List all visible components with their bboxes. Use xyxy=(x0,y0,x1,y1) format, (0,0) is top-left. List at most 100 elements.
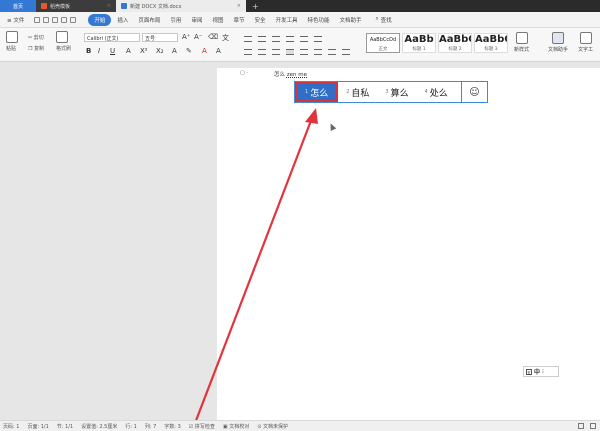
tab-template-label: 稻壳模板 xyxy=(50,3,71,10)
style-sample: AaBbC xyxy=(475,34,508,45)
strikethrough-icon[interactable]: A xyxy=(126,47,131,55)
text-effect-icon[interactable]: A xyxy=(172,47,177,55)
font-color-icon[interactable]: A xyxy=(202,47,207,55)
clear-format-icon[interactable]: ⌫ xyxy=(208,33,218,41)
numbered-list-icon[interactable] xyxy=(258,36,266,42)
menu-home[interactable]: 开始 xyxy=(88,13,112,26)
status-row: 行: 1 xyxy=(125,423,137,430)
justify-icon[interactable] xyxy=(286,49,294,55)
protection-button[interactable]: ⊙ 文档未保护 xyxy=(257,423,288,430)
grow-font-icon[interactable]: A⁺ xyxy=(182,33,190,41)
docer-icon xyxy=(41,3,47,9)
file-menu-label: 文件 xyxy=(13,17,25,24)
file-menu[interactable]: ≡ 文件 xyxy=(3,14,28,26)
view-controls xyxy=(578,423,600,429)
increase-indent-icon[interactable] xyxy=(286,36,294,42)
proofread-button[interactable]: ▣ 文档校对 xyxy=(223,423,249,430)
format-painter-button[interactable]: 格式刷 xyxy=(56,31,71,52)
style-name: 标题 1 xyxy=(412,47,426,52)
tab-document[interactable]: 新建 DOCX 文档.docx × xyxy=(116,0,246,12)
style-heading-1[interactable]: AaBb 标题 1 xyxy=(402,33,436,53)
copy-label: 复制 xyxy=(34,46,45,52)
menu-developer[interactable]: 开发工具 xyxy=(272,14,302,26)
candidate-text: 怎么 xyxy=(310,88,329,99)
menu-features[interactable]: 特色功能 xyxy=(304,14,334,26)
style-heading-3[interactable]: AaBbC 标题 3 xyxy=(474,33,508,53)
bullet-list-icon[interactable] xyxy=(244,36,252,42)
sort-icon[interactable] xyxy=(300,36,308,42)
copy-button[interactable]: ❐ 复制 xyxy=(28,45,44,52)
subscript-icon[interactable]: X₂ xyxy=(156,47,164,55)
menu-security[interactable]: 安全 xyxy=(250,14,269,26)
candidate-number: 3 xyxy=(385,89,389,95)
proofread-label: 文档校对 xyxy=(229,423,250,430)
shading-icon[interactable] xyxy=(328,49,336,55)
text-tool-button[interactable]: 文字工 xyxy=(578,32,593,53)
doc-assistant-button[interactable]: 文档助手 xyxy=(548,32,568,53)
ime-language: 中 xyxy=(534,369,541,376)
border-icon[interactable] xyxy=(342,49,350,55)
show-marks-icon[interactable] xyxy=(314,36,322,42)
font-size-select[interactable]: 五号 xyxy=(142,33,178,42)
save-icon[interactable] xyxy=(34,16,41,23)
typed-chars: 怎么 xyxy=(274,72,286,78)
tab-template[interactable]: 稻壳模板 × xyxy=(36,0,116,12)
char-border-icon[interactable]: A xyxy=(216,47,221,55)
menu-insert[interactable]: 插入 xyxy=(113,14,132,26)
new-style-button[interactable]: 新样式 xyxy=(514,32,529,53)
typed-text: 怎么 zen me xyxy=(274,70,307,78)
spell-check-label: 拼写检查 xyxy=(194,423,215,430)
menu-doc-assistant[interactable]: 文档助手 xyxy=(336,14,366,26)
new-tab-button[interactable]: + xyxy=(246,0,265,12)
search-button[interactable]: ⌕ 查找 xyxy=(372,14,396,26)
menu-review[interactable]: 审阅 xyxy=(187,14,206,26)
emoji-icon[interactable]: ☺ xyxy=(461,82,487,102)
superscript-icon[interactable]: X² xyxy=(140,47,148,55)
align-right-icon[interactable] xyxy=(272,49,280,55)
cut-button[interactable]: ✂ 剪切 xyxy=(28,34,44,41)
distribute-icon[interactable] xyxy=(300,49,308,55)
ime-candidate-3[interactable]: 3 算么 xyxy=(377,82,416,102)
doc-assistant-label: 文档助手 xyxy=(548,47,569,53)
highlight-icon[interactable]: ✎ xyxy=(186,47,192,55)
menu-view[interactable]: 视图 xyxy=(208,14,227,26)
menu-layout[interactable]: 页面布局 xyxy=(134,14,164,26)
ime-candidate-2[interactable]: 2 自私 xyxy=(338,82,377,102)
undo-icon[interactable] xyxy=(61,16,68,23)
bold-icon[interactable]: B xyxy=(86,47,91,55)
style-normal[interactable]: AaBbCcDd 正文 xyxy=(366,33,400,53)
align-left-icon[interactable] xyxy=(244,49,252,55)
paste-label: 粘贴 xyxy=(6,46,17,52)
paste-button[interactable]: 粘贴 xyxy=(6,31,18,52)
ime-candidate-4[interactable]: 4 处么 xyxy=(417,82,456,102)
preview-icon[interactable] xyxy=(52,16,59,23)
menu-references[interactable]: 引用 xyxy=(166,14,185,26)
close-icon[interactable]: × xyxy=(107,3,111,9)
decrease-indent-icon[interactable] xyxy=(272,36,280,42)
spell-check-button[interactable]: ☑ 拼写检查 xyxy=(189,423,215,430)
ime-status-bar[interactable]: 五 中 ⁝ xyxy=(523,366,559,377)
style-sample: AaBb xyxy=(404,34,434,45)
fullscreen-icon[interactable] xyxy=(578,423,584,429)
align-center-icon[interactable] xyxy=(258,49,266,55)
print-icon[interactable] xyxy=(43,16,50,23)
menu-section[interactable]: 章节 xyxy=(229,14,248,26)
ime-candidate-1[interactable]: 1 怎么 xyxy=(295,82,339,102)
close-icon[interactable]: × xyxy=(237,3,241,9)
line-spacing-icon[interactable] xyxy=(314,49,322,55)
style-name: 正文 xyxy=(378,47,388,52)
ime-candidate-window: 1 怎么 2 自私 3 算么 4 处么 ☺ xyxy=(294,81,488,103)
page-view-icon[interactable] xyxy=(590,423,596,429)
status-chars[interactable]: 字数: 3 xyxy=(164,423,180,430)
font-name-select[interactable]: Calibri (正文) xyxy=(84,33,140,42)
underline-icon[interactable]: U xyxy=(110,47,115,55)
style-heading-2[interactable]: AaBbC 标题 2 xyxy=(438,33,472,53)
quick-access-toolbar xyxy=(34,16,77,23)
tab-home[interactable]: 首页 xyxy=(0,0,36,12)
redo-icon[interactable] xyxy=(70,16,77,23)
pinyin-icon[interactable]: 文 xyxy=(222,33,229,43)
shrink-font-icon[interactable]: A⁻ xyxy=(194,33,202,41)
candidate-text: 算么 xyxy=(390,88,409,99)
ime-options-icon[interactable]: ⁝ xyxy=(542,368,544,375)
italic-icon[interactable]: I xyxy=(98,47,100,55)
